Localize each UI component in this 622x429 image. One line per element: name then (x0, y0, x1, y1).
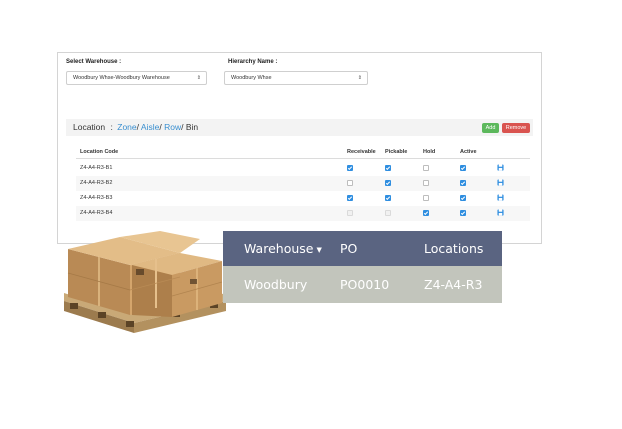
active-checkbox[interactable] (460, 180, 466, 186)
cell-po: PO0010 (340, 277, 390, 292)
hold-checkbox[interactable] (423, 165, 429, 171)
pickable-checkbox[interactable] (385, 165, 391, 171)
hold-checkbox[interactable] (423, 180, 429, 186)
caret-down-icon: ▼ (316, 246, 322, 254)
chevron-updown-icon: ⇕ (196, 75, 201, 81)
cell-locations: Z4-A4-R3 (424, 277, 483, 292)
remove-button[interactable]: Remove (502, 123, 530, 133)
floppy-disk-icon[interactable] (497, 179, 504, 186)
breadcrumb-zone-link[interactable]: Zone (117, 122, 136, 132)
breadcrumb: Location : Zone/ Aisle/ Row/ Bin (73, 122, 198, 132)
floppy-disk-icon[interactable] (497, 194, 504, 201)
warehouse-select-value: Woodbury Whse-Woodbury Warehouse (73, 75, 170, 81)
breadcrumb-colon: : (110, 122, 113, 132)
cell-warehouse: Woodbury (244, 277, 308, 292)
location-code: Z4-A4-R3-B4 (80, 210, 113, 216)
pickable-checkbox (385, 210, 391, 216)
column-header-hold[interactable]: Hold (423, 149, 435, 155)
receivable-checkbox (347, 210, 353, 216)
column-header-receivable[interactable]: Receivable (347, 149, 376, 155)
chevron-updown-icon: ⇕ (357, 75, 362, 81)
breadcrumb-row-link[interactable]: Row (164, 122, 181, 132)
column-header-active[interactable]: Active (460, 149, 477, 155)
header-po[interactable]: PO (340, 241, 357, 256)
active-checkbox[interactable] (460, 210, 466, 216)
hierarchy-label: Hierarchy Name : (228, 59, 278, 65)
receivable-checkbox[interactable] (347, 180, 353, 186)
summary-table-row: Woodbury PO0010 Z4-A4-R3 (223, 266, 502, 303)
breadcrumb-bar: Location : Zone/ Aisle/ Row/ Bin (66, 119, 533, 136)
table-row: Z4-A4-R3-B2 (76, 176, 530, 191)
summary-table-header: Warehouse ▼ PO Locations (223, 231, 502, 266)
breadcrumb-separator: / (181, 122, 184, 132)
header-warehouse[interactable]: Warehouse ▼ (244, 241, 322, 256)
hold-checkbox[interactable] (423, 210, 429, 216)
pickable-checkbox[interactable] (385, 195, 391, 201)
header-divider (76, 158, 530, 159)
header-warehouse-label: Warehouse (244, 241, 314, 256)
pickable-checkbox[interactable] (385, 180, 391, 186)
active-checkbox[interactable] (460, 165, 466, 171)
receivable-checkbox[interactable] (347, 195, 353, 201)
hierarchy-select-value: Woodbury Whse (231, 75, 272, 81)
hold-checkbox[interactable] (423, 195, 429, 201)
table-row: Z4-A4-R3-B3 (76, 191, 530, 206)
breadcrumb-aisle-link[interactable]: Aisle (141, 122, 159, 132)
warehouse-select[interactable]: Woodbury Whse-Woodbury Warehouse ⇕ (66, 71, 207, 85)
active-checkbox[interactable] (460, 195, 466, 201)
location-code: Z4-A4-R3-B3 (80, 195, 113, 201)
floppy-disk-icon[interactable] (497, 164, 504, 171)
pallet-boxes-illustration (64, 231, 226, 333)
column-header-pickable[interactable]: Pickable (385, 149, 407, 155)
warehouse-label: Select Warehouse : (66, 59, 122, 65)
summary-table: Warehouse ▼ PO Locations Woodbury PO0010 … (223, 231, 502, 303)
table-row: Z4-A4-R3-B4 (76, 206, 530, 221)
floppy-disk-icon[interactable] (497, 209, 504, 216)
breadcrumb-separator: / (159, 122, 162, 132)
table-row: Z4-A4-R3-B1 (76, 161, 530, 176)
breadcrumb-prefix: Location (73, 122, 106, 132)
location-code: Z4-A4-R3-B1 (80, 165, 113, 171)
location-code: Z4-A4-R3-B2 (80, 180, 113, 186)
breadcrumb-separator: / (136, 122, 140, 132)
location-panel: Select Warehouse : Woodbury Whse-Woodbur… (57, 52, 542, 244)
add-button[interactable]: Add (482, 123, 499, 133)
header-locations[interactable]: Locations (424, 241, 483, 256)
receivable-checkbox[interactable] (347, 165, 353, 171)
hierarchy-select[interactable]: Woodbury Whse ⇕ (224, 71, 368, 85)
breadcrumb-bin: Bin (185, 122, 199, 132)
column-header-location-code[interactable]: Location Code (80, 149, 118, 155)
